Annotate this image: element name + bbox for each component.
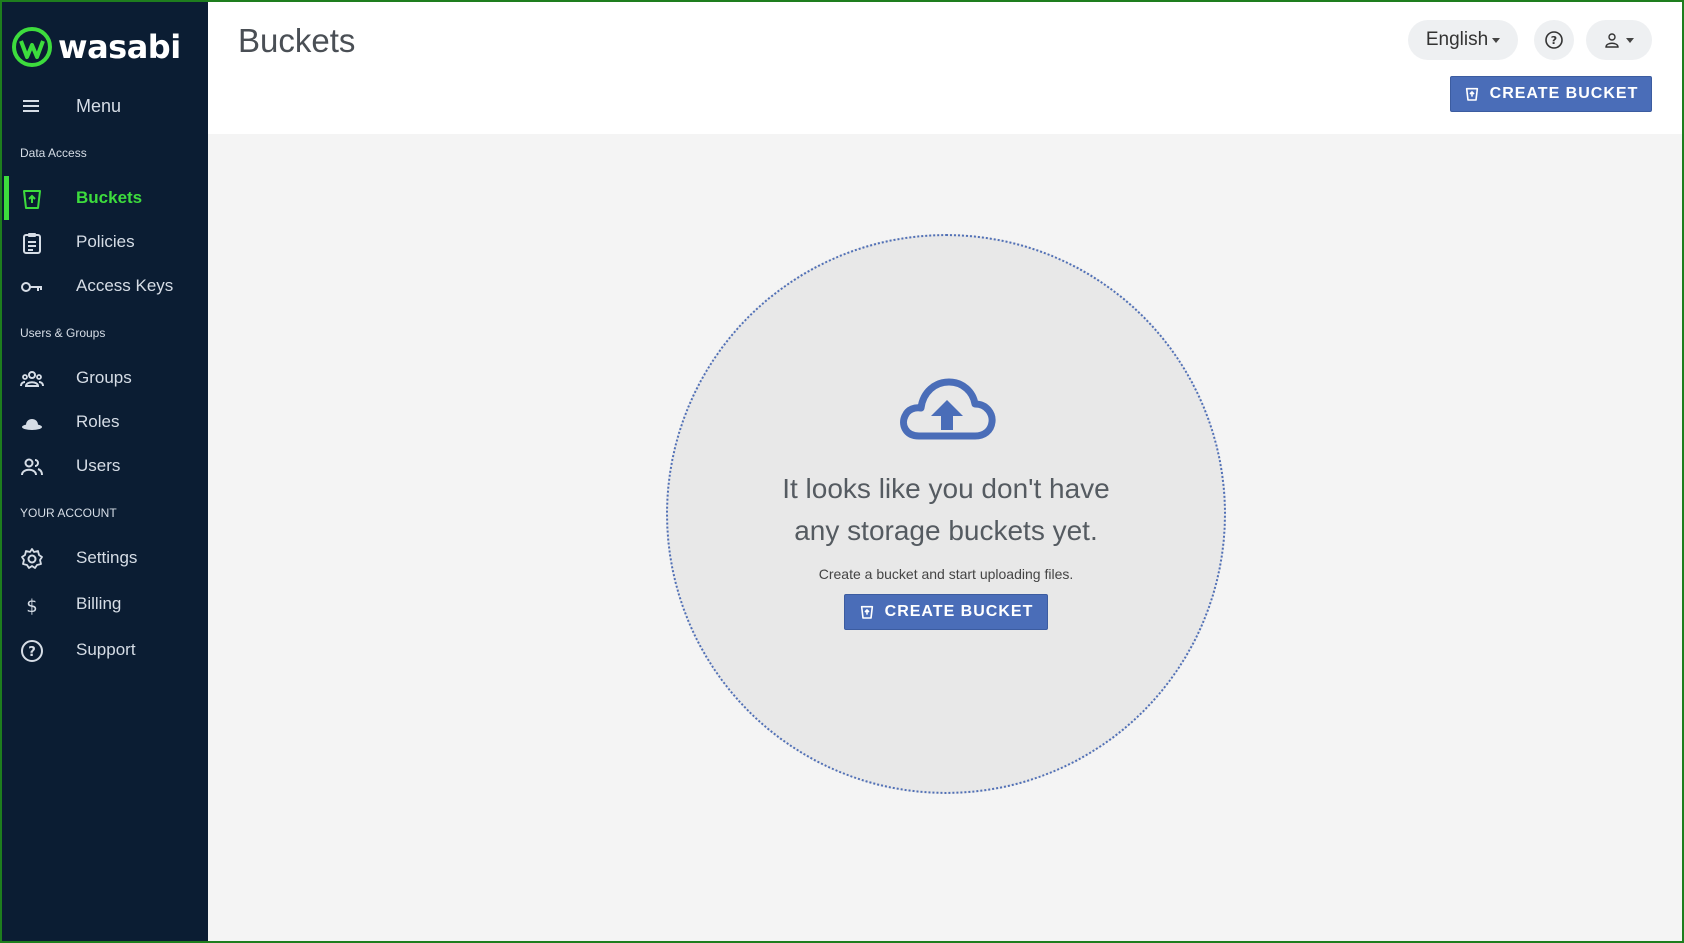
wasabi-logo-icon	[12, 27, 52, 67]
sidebar-item-label: Support	[76, 640, 136, 659]
empty-state-title-line2: any storage buckets yet.	[794, 515, 1098, 546]
create-bucket-label: CREATE BUCKET	[884, 603, 1034, 620]
sidebar-item-label: Buckets	[76, 188, 143, 207]
sidebar-item-label: Groups	[76, 368, 132, 387]
bucket-icon	[23, 190, 41, 209]
users-icon	[21, 458, 43, 476]
help-icon: ?	[21, 640, 43, 662]
hat-icon	[22, 419, 42, 430]
section-data-access: Data Access	[20, 146, 87, 160]
user-menu-button[interactable]	[1586, 20, 1652, 60]
brand-name: wasabi	[58, 28, 181, 66]
sidebar-item-settings[interactable]: Settings	[2, 536, 208, 580]
help-icon: ?	[1545, 31, 1563, 49]
app-frame: wasabi Menu Data Access Buckets Policies…	[0, 0, 1684, 943]
sidebar-item-support[interactable]: ? Support	[2, 628, 208, 672]
empty-state-title: It looks like you don't have any storage…	[708, 468, 1184, 552]
empty-state-title-line1: It looks like you don't have	[782, 473, 1110, 504]
menu-label: Menu	[76, 96, 122, 116]
sidebar-item-billing[interactable]: $ Billing	[2, 582, 208, 626]
chevron-down-icon	[1626, 37, 1634, 43]
key-icon	[21, 282, 42, 292]
language-label: English	[1425, 29, 1489, 50]
help-button[interactable]: ?	[1534, 20, 1574, 60]
sidebar-item-users[interactable]: Users	[2, 444, 208, 488]
empty-state-subtitle: Create a bucket and start uploading file…	[818, 566, 1074, 582]
create-bucket-label: CREATE BUCKET	[1489, 85, 1639, 102]
sidebar-item-roles[interactable]: Roles	[2, 400, 208, 444]
bucket-icon	[1465, 87, 1478, 101]
sidebar-item-policies[interactable]: Policies	[2, 220, 208, 264]
clipboard-icon	[23, 233, 41, 254]
sidebar-item-access-keys[interactable]: Access Keys	[2, 264, 208, 308]
sidebar-item-buckets[interactable]: Buckets	[2, 176, 208, 220]
sidebar-item-label: Access Keys	[76, 276, 174, 295]
section-users-groups: Users & Groups	[20, 326, 106, 340]
header: Buckets English ? CREATE BUCKET	[208, 2, 1682, 134]
create-bucket-button[interactable]: CREATE BUCKET	[844, 594, 1048, 630]
sidebar-item-label: Settings	[76, 548, 138, 567]
sidebar-item-label: Users	[76, 456, 121, 475]
sidebar: wasabi Menu Data Access Buckets Policies…	[2, 2, 208, 941]
wasabi-logo[interactable]: wasabi	[12, 24, 181, 70]
cloud-upload-icon	[900, 378, 996, 440]
hamburger-icon	[23, 100, 39, 112]
sidebar-item-label: Roles	[76, 412, 120, 431]
empty-state: It looks like you don't have any storage…	[666, 234, 1226, 794]
user-icon	[1605, 33, 1619, 48]
svg-text:?: ?	[1551, 34, 1557, 47]
menu-toggle[interactable]: Menu	[2, 90, 208, 122]
bucket-icon	[860, 605, 873, 619]
sidebar-item-label: Policies	[76, 232, 135, 251]
svg-text:$: $	[26, 596, 37, 617]
sidebar-item-groups[interactable]: Groups	[2, 356, 208, 400]
page-title: Buckets	[238, 22, 356, 59]
language-selector[interactable]: English	[1408, 20, 1518, 60]
groups-icon	[20, 371, 44, 387]
create-bucket-button[interactable]: CREATE BUCKET	[1450, 76, 1652, 112]
svg-text:?: ?	[28, 645, 36, 660]
section-your-account: YOUR ACCOUNT	[20, 506, 117, 520]
dollar-icon: $	[26, 596, 37, 617]
chevron-down-icon	[1492, 37, 1501, 43]
sidebar-item-label: Billing	[76, 594, 122, 613]
gear-icon	[21, 548, 43, 569]
main-content: It looks like you don't have any storage…	[208, 134, 1682, 941]
